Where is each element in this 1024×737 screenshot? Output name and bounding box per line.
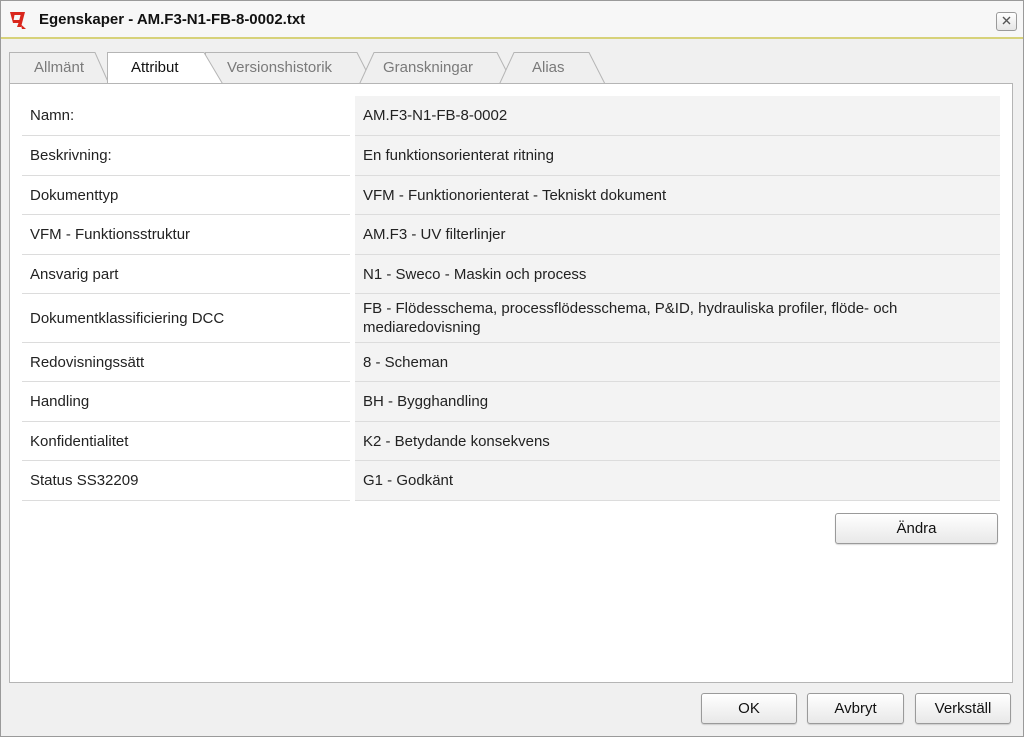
table-row: Ansvarig part N1 - Sweco - Maskin och pr… [22, 255, 1000, 294]
attribute-value: 8 - Scheman [355, 343, 1000, 382]
attribute-name: Dokumentklassificiering DCC [22, 294, 350, 343]
tab-bar: Allmänt Versionshistorik Granskningar Al… [9, 50, 1013, 85]
attribute-name: VFM - Funktionsstruktur [22, 215, 350, 255]
title-bar: Egenskaper - AM.F3-N1-FB-8-0002.txt [1, 1, 1023, 39]
table-row: Beskrivning: En funktionsorienterat ritn… [22, 136, 1000, 176]
cancel-button[interactable]: Avbryt [807, 693, 904, 724]
attribute-name: Ansvarig part [22, 255, 350, 294]
table-row: Namn: AM.F3-N1-FB-8-0002 [22, 96, 1000, 136]
tab-granskningar[interactable]: Granskningar [359, 50, 514, 84]
tab-label: Granskningar [383, 59, 474, 76]
attribute-name: Handling [22, 382, 350, 422]
tab-attribut[interactable]: Attribut [107, 50, 225, 85]
window-title: Egenskaper - AM.F3-N1-FB-8-0002.txt [39, 11, 306, 28]
attribute-value: En funktionsorienterat ritning [355, 136, 1000, 176]
close-icon [1001, 13, 1012, 31]
table-row: Dokumentklassificiering DCC FB - Flödess… [22, 294, 1000, 343]
attribute-value: G1 - Godkänt [355, 461, 1000, 501]
attribute-value: FB - Flödesschema, processflödesschema, … [355, 294, 1000, 343]
attribute-name: Dokumenttyp [22, 176, 350, 215]
table-row: Redovisningssätt 8 - Scheman [22, 343, 1000, 382]
tab-allmant[interactable]: Allmänt [9, 50, 110, 84]
properties-dialog: Egenskaper - AM.F3-N1-FB-8-0002.txt Allm… [0, 0, 1024, 737]
tab-label: Allmänt [34, 59, 85, 76]
tab-label: Attribut [131, 59, 179, 76]
table-row: Dokumenttyp VFM - Funktionorienterat - T… [22, 176, 1000, 215]
tab-label: Alias [532, 59, 565, 76]
change-button[interactable]: Ändra [835, 513, 998, 544]
attribute-value: VFM - Funktionorienterat - Tekniskt doku… [355, 176, 1000, 215]
attribute-value: AM.F3 - UV filterlinjer [355, 215, 1000, 255]
attribute-name: Konfidentialitet [22, 422, 350, 461]
ok-button[interactable]: OK [701, 693, 797, 724]
app-logo-icon [7, 10, 27, 30]
tab-versionshistorik[interactable]: Versionshistorik [205, 50, 375, 84]
attribute-value: AM.F3-N1-FB-8-0002 [355, 96, 1000, 136]
attribute-name: Status SS32209 [22, 461, 350, 501]
close-button[interactable] [996, 12, 1017, 31]
attribute-name: Namn: [22, 96, 350, 136]
attribute-value: N1 - Sweco - Maskin och process [355, 255, 1000, 294]
table-row: Konfidentialitet K2 - Betydande konsekve… [22, 422, 1000, 461]
tab-alias[interactable]: Alias [499, 50, 609, 84]
attribute-value: BH - Bygghandling [355, 382, 1000, 422]
tab-label: Versionshistorik [227, 59, 333, 76]
attributes-panel: Namn: AM.F3-N1-FB-8-0002 Beskrivning: En… [9, 83, 1013, 683]
attribute-name: Redovisningssätt [22, 343, 350, 382]
table-row: Status SS32209 G1 - Godkänt [22, 461, 1000, 501]
apply-button[interactable]: Verkställ [915, 693, 1011, 724]
table-row: Handling BH - Bygghandling [22, 382, 1000, 422]
table-row: VFM - Funktionsstruktur AM.F3 - UV filte… [22, 215, 1000, 255]
attribute-value: K2 - Betydande konsekvens [355, 422, 1000, 461]
attribute-name: Beskrivning: [22, 136, 350, 176]
